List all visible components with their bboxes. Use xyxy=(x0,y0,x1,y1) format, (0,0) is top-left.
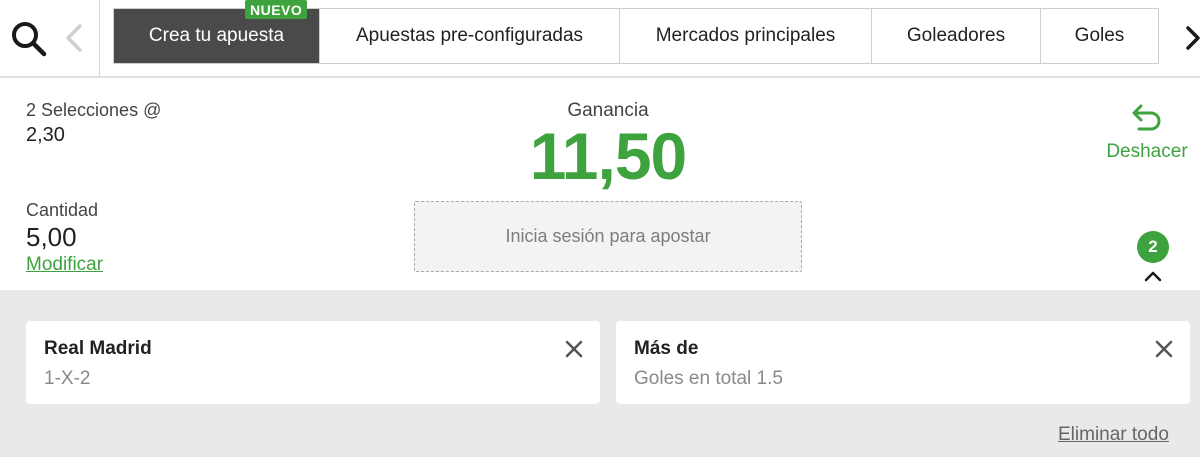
selections-count: 2 Selecciones @ xyxy=(26,100,162,120)
tab-goleadores[interactable]: Goleadores xyxy=(872,9,1041,63)
gain-value: 11,50 xyxy=(529,119,688,193)
tab-crea-tu-apuesta[interactable]: Crea tu apuesta NUEVO xyxy=(114,0,320,63)
selection-title: Real Madrid xyxy=(44,338,152,359)
divider xyxy=(99,0,100,76)
market-tabs: Crea tu apuesta NUEVO Apuestas pre-confi… xyxy=(113,0,1159,64)
tab-goles[interactable]: Goles xyxy=(1041,9,1159,63)
new-badge: NUEVO xyxy=(245,0,308,19)
stake-label: Cantidad xyxy=(26,200,99,220)
tab-label: Goles xyxy=(1074,25,1125,46)
login-to-bet-label: Inicia sesión para apostar xyxy=(505,226,711,246)
selection-card: Real Madrid 1-X-2 xyxy=(26,321,600,404)
chevron-left-icon[interactable] xyxy=(62,22,86,54)
bet-slip-summary: 2 Selecciones @ 2,30 Ganancia 11,50 Desh… xyxy=(0,78,1200,299)
total-odds: 2,30 xyxy=(26,124,65,146)
undo-button[interactable]: Deshacer xyxy=(1100,102,1194,163)
undo-icon xyxy=(1132,104,1161,131)
selections-count-badge: 2 xyxy=(1137,231,1169,263)
selections-panel: Real Madrid 1-X-2 Más de Goles en total … xyxy=(0,290,1200,457)
tab-label: Mercados principales xyxy=(655,25,836,46)
remove-all-link[interactable]: Eliminar todo xyxy=(1058,424,1169,446)
close-icon[interactable] xyxy=(1154,339,1174,359)
undo-label: Deshacer xyxy=(1106,141,1188,162)
selection-market: 1-X-2 xyxy=(44,368,91,389)
modify-stake-link[interactable]: Modificar xyxy=(26,254,103,276)
selection-card: Más de Goles en total 1.5 xyxy=(616,321,1190,404)
login-to-bet-button[interactable]: Inicia sesión para apostar xyxy=(414,201,802,272)
top-bar: Crea tu apuesta NUEVO Apuestas pre-confi… xyxy=(0,0,1200,76)
tab-label: Crea tu apuesta xyxy=(148,25,285,46)
search-icon[interactable] xyxy=(8,18,48,58)
tab-label: Apuestas pre-configuradas xyxy=(355,25,584,46)
tab-mercados-principales[interactable]: Mercados principales xyxy=(620,9,872,63)
chevron-up-icon xyxy=(1143,269,1163,288)
close-icon[interactable] xyxy=(564,339,584,359)
stake-value: 5,00 xyxy=(26,222,77,252)
selections-toggle[interactable]: 2 xyxy=(1119,223,1191,299)
selection-title: Más de xyxy=(634,338,699,359)
chevron-right-icon[interactable] xyxy=(1184,22,1200,54)
tab-apuestas-pre-configuradas[interactable]: Apuestas pre-configuradas xyxy=(320,9,620,63)
tab-label: Goleadores xyxy=(906,25,1006,46)
selection-market: Goles en total 1.5 xyxy=(634,368,783,389)
